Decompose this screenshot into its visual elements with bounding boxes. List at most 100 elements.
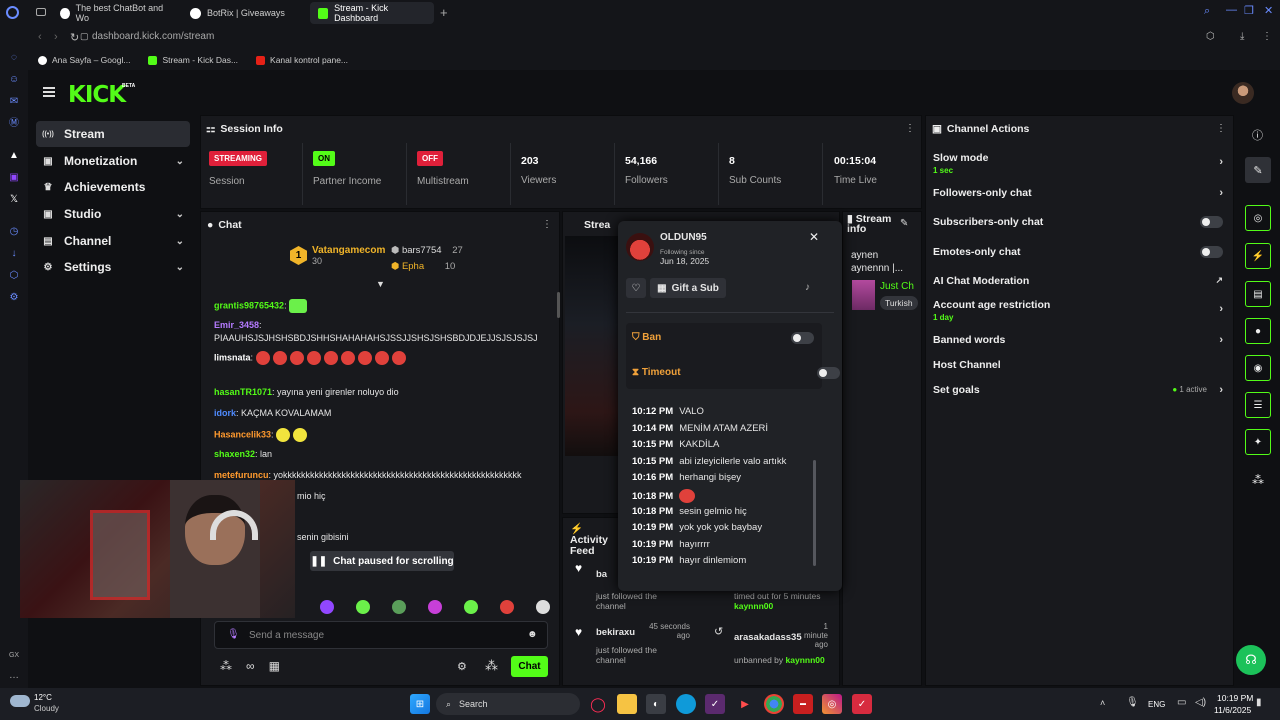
app-icon[interactable]: ▬ (793, 694, 813, 714)
mod-action-by[interactable]: kaynnn00 (734, 601, 773, 611)
kick-logo[interactable]: KICK (68, 82, 126, 108)
clipboard-tool-button[interactable]: ▤ (1245, 281, 1271, 307)
twitch-icon[interactable]: ▣ (8, 172, 20, 184)
user-card-username[interactable]: OLDUN95 (660, 232, 707, 243)
bookmark-google[interactable]: Ana Sayfa – Googl... (38, 55, 130, 65)
activity-user[interactable]: ba (596, 569, 607, 580)
x-icon[interactable]: 𝕏 (8, 194, 20, 206)
download-rail-icon[interactable]: ↓ (8, 248, 20, 260)
language-indicator[interactable]: ENG (1148, 700, 1165, 709)
url-field[interactable]: dashboard.kick.com/stream (92, 31, 214, 42)
follow-heart-button[interactable]: ♡ (626, 278, 646, 298)
emote-icon[interactable] (500, 600, 514, 614)
action-slow-mode[interactable]: Slow mode 1 sec › (933, 152, 1229, 175)
more-rail-icon[interactable]: … (8, 670, 20, 682)
sidebar-item-studio[interactable]: ▣ Studio ⌄ (36, 201, 190, 227)
browser-menu-icon[interactable] (6, 6, 19, 19)
m-icon[interactable]: Ⓜ (8, 118, 20, 130)
category-name[interactable]: Just Ch (880, 281, 914, 292)
send-chat-button[interactable]: Chat (511, 656, 548, 677)
users-icon[interactable]: ⁂ (220, 659, 232, 673)
sidebar-item-settings[interactable]: ⚙ Settings ⌄ (36, 254, 190, 280)
lightning-tool-button[interactable]: ⚡ (1245, 243, 1271, 269)
reload-icon[interactable]: ↻ (70, 31, 79, 44)
action-host-channel[interactable]: Host Channel (933, 359, 1229, 371)
microphone-icon[interactable]: 🎙 (227, 629, 240, 640)
mute-icon[interactable]: ♪ (805, 282, 810, 293)
sidebar-item-stream[interactable]: ((•)) Stream (36, 121, 190, 147)
support-headset-button[interactable]: ☊ (1236, 645, 1266, 675)
action-emotes-only[interactable]: Emotes-only chat (933, 246, 1229, 258)
info-icon[interactable]: ⓘ (1252, 127, 1263, 143)
app-icon[interactable]: ◐ (646, 694, 666, 714)
network-icon[interactable]: ▭ (1177, 697, 1186, 708)
camera-tool-button[interactable]: ◎ (1245, 205, 1271, 231)
tabs-icon[interactable] (36, 8, 46, 16)
emote-icon[interactable] (392, 600, 406, 614)
history-icon[interactable]: ◷ (8, 226, 20, 238)
extensions-icon[interactable]: ⬡ (1206, 31, 1215, 42)
browser-options-icon[interactable]: ⋮ (1262, 31, 1272, 42)
tab-kick-dashboard[interactable]: Stream - Kick Dashboard (310, 2, 434, 24)
emote-icon[interactable] (320, 600, 334, 614)
clock-time[interactable]: 10:19 PM (1217, 693, 1253, 703)
gx-icon[interactable]: GX (8, 650, 20, 662)
instagram-icon[interactable]: ◎ (822, 694, 842, 714)
edge-icon[interactable] (676, 694, 696, 714)
action-set-goals[interactable]: Set goals › ● 1 active (933, 384, 1229, 396)
chrome-icon[interactable] (764, 694, 784, 714)
mail-icon[interactable]: ✉ (8, 96, 20, 108)
timeout-toggle[interactable] (817, 367, 841, 379)
pinned-expand-icon[interactable]: ▼ (376, 279, 385, 289)
chat-paused-banner[interactable]: ❚❚ Chat paused for scrolling (310, 551, 454, 571)
tab-botrix[interactable]: BotRix | Giveaways (182, 2, 304, 24)
layout-tool-button[interactable]: ☰ (1245, 392, 1271, 418)
back-icon[interactable]: ‹ (38, 31, 42, 43)
infinity-icon[interactable]: ∞ (246, 659, 255, 673)
action-ai-moderation[interactable]: AI Chat Moderation ↗ (933, 275, 1229, 287)
sidebar-item-achievements[interactable]: ♛ Achievements (36, 174, 190, 200)
media-player-icon[interactable]: ▶ (735, 694, 755, 714)
action-subscribers-only[interactable]: Subscribers-only chat (933, 216, 1229, 228)
chat-input[interactable]: 🎙 Send a message ☻ (214, 621, 548, 649)
emoji-icon[interactable]: ☻ (527, 629, 538, 640)
menu-icon[interactable] (43, 87, 55, 97)
chat-tool-button[interactable]: ● (1245, 318, 1271, 344)
action-followers-only[interactable]: Followers-only chat › (933, 187, 1229, 199)
download-icon[interactable]: ⤓ (1240, 31, 1244, 42)
action-account-age[interactable]: Account age restriction 1 day › (933, 299, 1229, 322)
opera-gx-app-icon[interactable]: ◯ (588, 694, 608, 714)
sidebar-item-monetization[interactable]: ▣ Monetization ⌄ (36, 148, 190, 174)
chat-settings-icon[interactable]: ⚙ (457, 660, 467, 673)
battery-icon[interactable]: ▮ (1256, 697, 1262, 708)
emote-icon[interactable] (428, 600, 442, 614)
chat-scrollbar[interactable] (557, 292, 560, 318)
new-tab-icon[interactable]: + (440, 5, 448, 20)
users-tool-icon[interactable]: ⁂ (1252, 473, 1264, 487)
group-icon[interactable]: ⁂ (485, 658, 498, 674)
taskbar-search[interactable]: ⌕ Search (436, 693, 580, 715)
emote-icon[interactable] (356, 600, 370, 614)
close-icon[interactable]: ✕ (809, 230, 819, 244)
maximize-icon[interactable]: ❐ (1244, 4, 1254, 17)
subscribers-only-toggle[interactable] (1200, 216, 1223, 228)
emotes-only-toggle[interactable] (1200, 246, 1223, 258)
chat-more-icon[interactable]: ⋮ (542, 219, 552, 230)
history-scrollbar[interactable] (813, 460, 816, 566)
edit-tool-button[interactable]: ✎ (1245, 157, 1271, 183)
box-icon[interactable]: ⬡ (8, 270, 20, 282)
action-banned-words[interactable]: Banned words › (933, 334, 1229, 346)
minimize-icon[interactable]: — (1226, 4, 1237, 16)
messenger-icon[interactable]: ◌ (8, 52, 20, 64)
language-tag[interactable]: Turkish (880, 296, 918, 310)
broadcast-tool-button[interactable]: ◉ (1245, 355, 1271, 381)
tab-chatbot[interactable]: The best ChatBot and Wo (52, 2, 174, 24)
wrench-tool-button[interactable]: ✦ (1245, 429, 1271, 455)
mod-action-user[interactable]: arasakadass35 (734, 632, 802, 643)
sidebar-item-channel[interactable]: ▤ Channel ⌄ (36, 228, 190, 254)
session-more-icon[interactable]: ⋮ (905, 123, 915, 134)
emote-icon[interactable] (536, 600, 550, 614)
ban-toggle[interactable] (791, 332, 814, 344)
search-tabs-icon[interactable]: ⌕ (1204, 5, 1210, 18)
kick-rail-icon[interactable]: ▲ (8, 150, 20, 162)
